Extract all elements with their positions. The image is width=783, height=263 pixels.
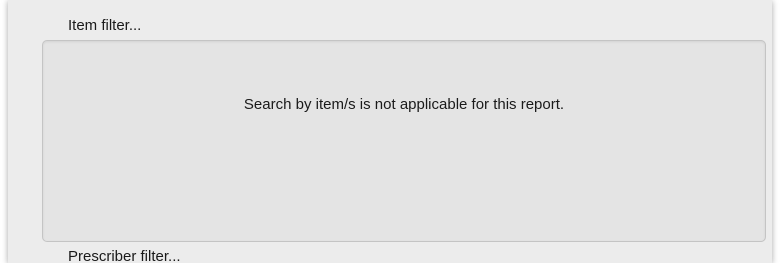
item-filter-box: Search by item/s is not applicable for t…: [42, 40, 766, 242]
item-filter-message: Search by item/s is not applicable for t…: [243, 96, 565, 113]
report-options-window: Item filter... Search by item/s is not a…: [8, 0, 772, 263]
item-filter-title: Item filter...: [68, 17, 142, 34]
prescriber-filter-title: Prescriber filter...: [68, 248, 181, 263]
screenshot-frame: Item filter... Search by item/s is not a…: [0, 0, 783, 263]
